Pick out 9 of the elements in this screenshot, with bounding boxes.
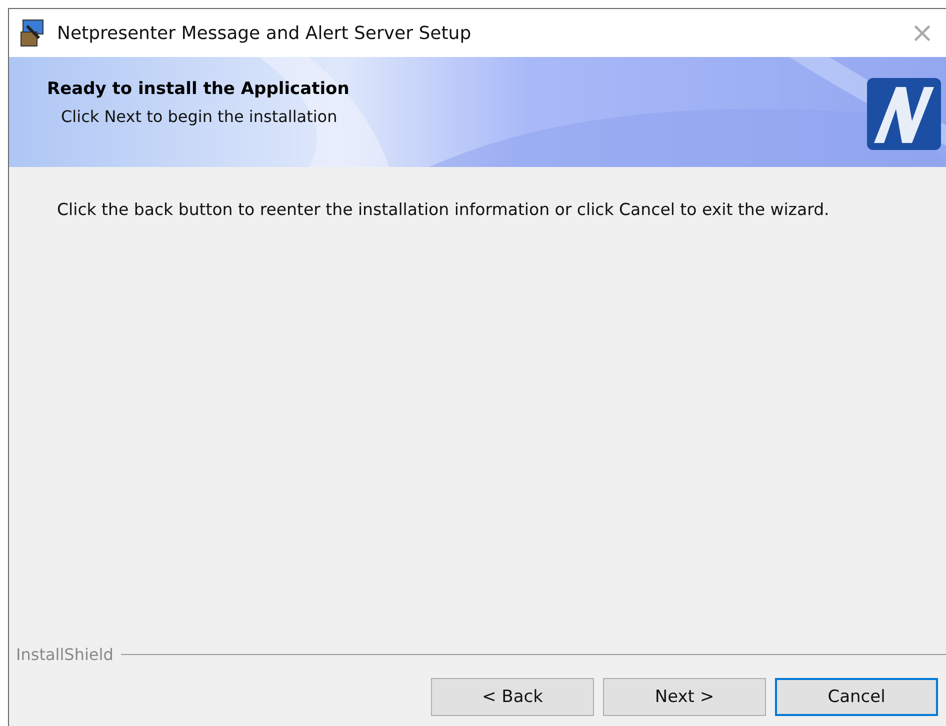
dialog-button[interactable]: < Back [431, 678, 594, 716]
logo-icon [866, 77, 942, 151]
window-title: Netpresenter Message and Alert Server Setup [57, 22, 472, 44]
banner-subtitle: Click Next to begin the installation [61, 107, 338, 126]
dialog-button[interactable]: Cancel [775, 678, 938, 716]
banner-title: Ready to install the Application [47, 79, 350, 99]
brand-label: InstallShield [16, 645, 114, 664]
instruction-text: Click the back button to reenter the installation information or click Cancel to exit the wizard. [56, 199, 830, 221]
dialog-button[interactable]: Next > [603, 678, 766, 716]
